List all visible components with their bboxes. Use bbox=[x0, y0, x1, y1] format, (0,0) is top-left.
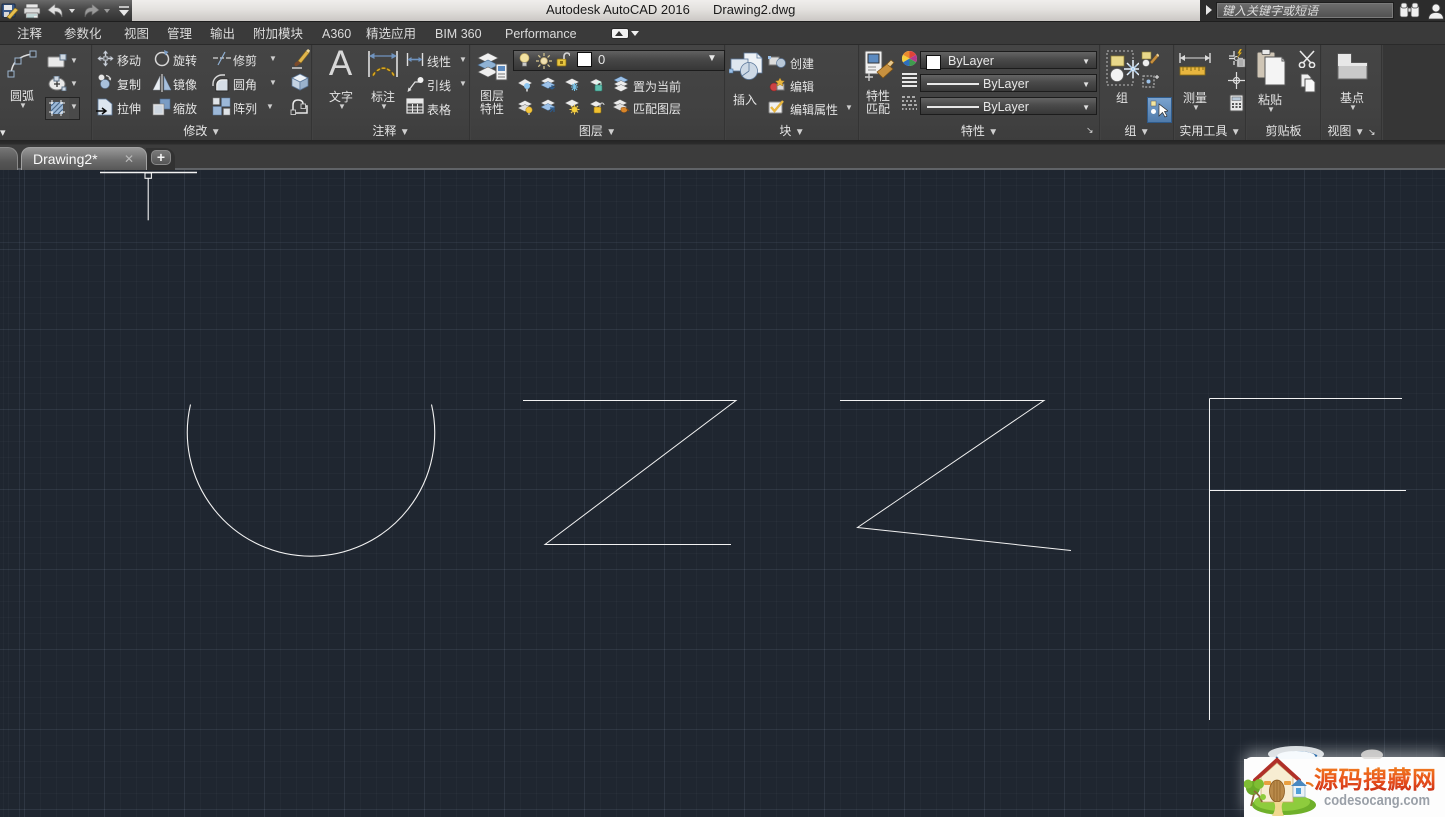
svg-text:codesocang.com: codesocang.com bbox=[1324, 793, 1430, 809]
svg-text:源码搜藏网: 源码搜藏网 bbox=[1314, 767, 1437, 794]
